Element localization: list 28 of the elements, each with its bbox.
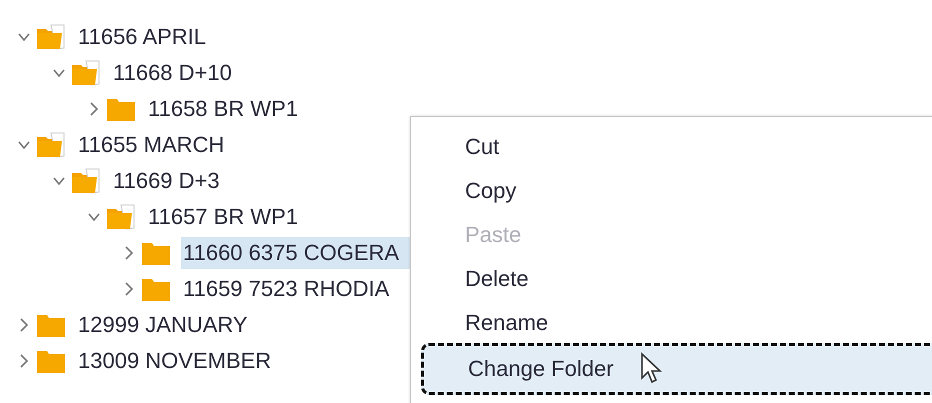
- tree-item[interactable]: 11655 MARCH: [76, 129, 230, 161]
- chevron-right-icon[interactable]: [88, 102, 100, 116]
- tree-item[interactable]: 11669 D+3: [111, 165, 226, 197]
- folder-icon: [141, 276, 171, 302]
- menu-item[interactable]: Copy: [411, 169, 932, 213]
- open-folder-icon: [106, 204, 136, 230]
- folder-icon: [106, 96, 136, 122]
- menu-item[interactable]: Cut: [411, 125, 932, 169]
- menu-item[interactable]: Change Folder: [421, 343, 932, 395]
- tree-item[interactable]: 11659 7523 RHODIA: [181, 273, 396, 305]
- chevron-right-icon[interactable]: [123, 246, 135, 260]
- open-folder-icon: [71, 168, 101, 194]
- tree-item[interactable]: 11658 BR WP1: [146, 93, 304, 125]
- tree-item[interactable]: 11656 APRIL: [76, 21, 212, 53]
- menu-item[interactable]: Rename: [411, 301, 932, 345]
- tree-item[interactable]: 11668 D+10: [111, 57, 238, 89]
- tree-item[interactable]: 13009 NOVEMBER: [76, 345, 278, 377]
- chevron-right-icon[interactable]: [123, 282, 135, 296]
- folder-icon: [36, 348, 66, 374]
- tree-item[interactable]: 12999 JANUARY: [76, 309, 254, 341]
- folder-icon: [36, 312, 66, 338]
- folder-icon: [141, 240, 171, 266]
- chevron-right-icon[interactable]: [18, 354, 30, 368]
- open-folder-icon: [71, 60, 101, 86]
- open-folder-icon: [36, 24, 66, 50]
- tree-item[interactable]: 11657 BR WP1: [146, 201, 304, 233]
- chevron-right-icon[interactable]: [18, 318, 30, 332]
- open-folder-icon: [36, 132, 66, 158]
